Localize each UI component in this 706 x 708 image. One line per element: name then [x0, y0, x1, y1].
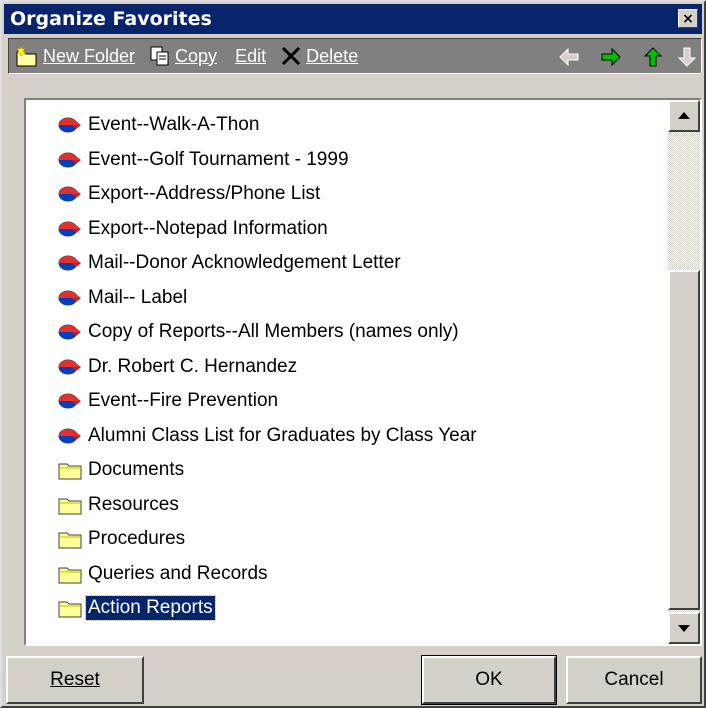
- list-item[interactable]: Copy of Reports--All Members (names only…: [58, 317, 461, 347]
- list-item-label: Mail--Donor Acknowledgement Letter: [88, 252, 401, 273]
- folder-icon: [58, 597, 82, 619]
- list-item[interactable]: Event--Fire Prevention: [58, 386, 280, 416]
- list-item-label: Procedures: [88, 528, 186, 549]
- report-icon: [58, 114, 82, 136]
- up-arrow-icon: [643, 47, 663, 67]
- report-icon: [58, 149, 82, 171]
- list-item-label: Event--Golf Tournament - 1999: [88, 148, 349, 170]
- list-item-label: Event--Fire Prevention: [88, 390, 279, 411]
- report-icon: [58, 390, 82, 412]
- organize-favorites-dialog: Organize Favorites × New Folder Copy Edi…: [0, 0, 706, 708]
- list-item[interactable]: Export--Notepad Information: [58, 214, 330, 244]
- list-item-label: Dr. Robert C. Hernandez: [88, 355, 298, 377]
- copy-button[interactable]: Copy: [149, 39, 217, 73]
- scroll-up-icon: [678, 112, 690, 119]
- report-icon: [58, 321, 82, 343]
- list-item[interactable]: Export--Address/Phone List: [58, 179, 322, 209]
- list-item[interactable]: Event--Walk-A-Thon: [58, 110, 261, 140]
- new-folder-label: New Folder: [43, 45, 136, 66]
- report-icon: [58, 183, 82, 205]
- scroll-down-button[interactable]: [668, 612, 700, 644]
- move-up-button[interactable]: [641, 45, 665, 69]
- copy-label: Copy: [175, 45, 218, 66]
- scrollbar-thumb[interactable]: [668, 270, 700, 610]
- right-arrow-icon: [601, 47, 621, 67]
- new-folder-button[interactable]: New Folder: [15, 39, 135, 73]
- close-button[interactable]: ×: [678, 9, 698, 28]
- folder-icon: [58, 459, 82, 481]
- folder-icon: [58, 563, 82, 585]
- copy-icon: [150, 46, 169, 66]
- toolbar: New Folder Copy Edit Delete: [8, 38, 702, 74]
- move-left-button[interactable]: [557, 45, 581, 69]
- cancel-label: Cancel: [604, 669, 664, 690]
- list-item[interactable]: Documents: [58, 455, 186, 485]
- report-icon: [58, 252, 82, 274]
- reset-label: Reset: [50, 669, 100, 690]
- delete-label: Delete: [306, 45, 359, 66]
- list-item-label: Mail-- Label: [88, 286, 188, 308]
- ok-button[interactable]: OK: [421, 655, 557, 705]
- list-item[interactable]: Mail--Donor Acknowledgement Letter: [58, 248, 403, 278]
- list-item-label: Event--Walk-A-Thon: [88, 114, 260, 135]
- list-item[interactable]: Event--Golf Tournament - 1999: [58, 145, 351, 175]
- list-item[interactable]: Action Reports: [58, 593, 216, 623]
- delete-icon: [282, 46, 301, 66]
- move-down-button[interactable]: [675, 45, 699, 69]
- scroll-down-icon: [678, 625, 690, 632]
- list-item-label: Resources: [88, 493, 179, 515]
- down-arrow-icon: [677, 47, 697, 67]
- ok-label: OK: [475, 669, 503, 690]
- close-icon: ×: [682, 10, 694, 27]
- report-icon: [58, 425, 82, 447]
- list-item-label: Export--Address/Phone List: [88, 183, 321, 204]
- vertical-scrollbar[interactable]: [668, 100, 700, 644]
- delete-button[interactable]: Delete: [280, 39, 358, 73]
- scroll-up-button[interactable]: [668, 100, 700, 132]
- reset-button[interactable]: Reset: [6, 656, 144, 704]
- edit-button[interactable]: Edit: [231, 39, 266, 73]
- list-item-label: Documents: [88, 459, 185, 480]
- list-item[interactable]: Procedures: [58, 524, 187, 554]
- report-icon: [58, 356, 82, 378]
- list-item[interactable]: Alumni Class List for Graduates by Class…: [58, 421, 479, 451]
- new-folder-icon: [16, 45, 37, 67]
- list-item[interactable]: Dr. Robert C. Hernandez: [58, 352, 299, 382]
- list-item[interactable]: Mail-- Label: [58, 283, 189, 313]
- title-bar[interactable]: Organize Favorites ×: [4, 4, 702, 34]
- list-item-label: Export--Notepad Information: [88, 217, 328, 239]
- list-item-label: Alumni Class List for Graduates by Class…: [88, 424, 477, 446]
- edit-label: Edit: [235, 45, 267, 66]
- folder-icon: [58, 494, 82, 516]
- report-icon: [58, 218, 82, 240]
- folder-icon: [58, 528, 82, 550]
- cancel-button[interactable]: Cancel: [566, 656, 702, 704]
- list-item-label: Copy of Reports--All Members (names only…: [88, 321, 459, 342]
- favorites-list[interactable]: Event--Walk-A-Thon Event--Golf Tournament…: [24, 98, 702, 646]
- report-icon: [58, 287, 82, 309]
- list-item-label: Queries and Records: [88, 562, 268, 584]
- list-item[interactable]: Queries and Records: [58, 559, 270, 589]
- dialog-title: Organize Favorites: [10, 8, 212, 30]
- left-arrow-icon: [559, 47, 579, 67]
- list-item-label: Action Reports: [85, 595, 216, 621]
- list-item[interactable]: Resources: [58, 490, 181, 520]
- move-right-button[interactable]: [599, 45, 623, 69]
